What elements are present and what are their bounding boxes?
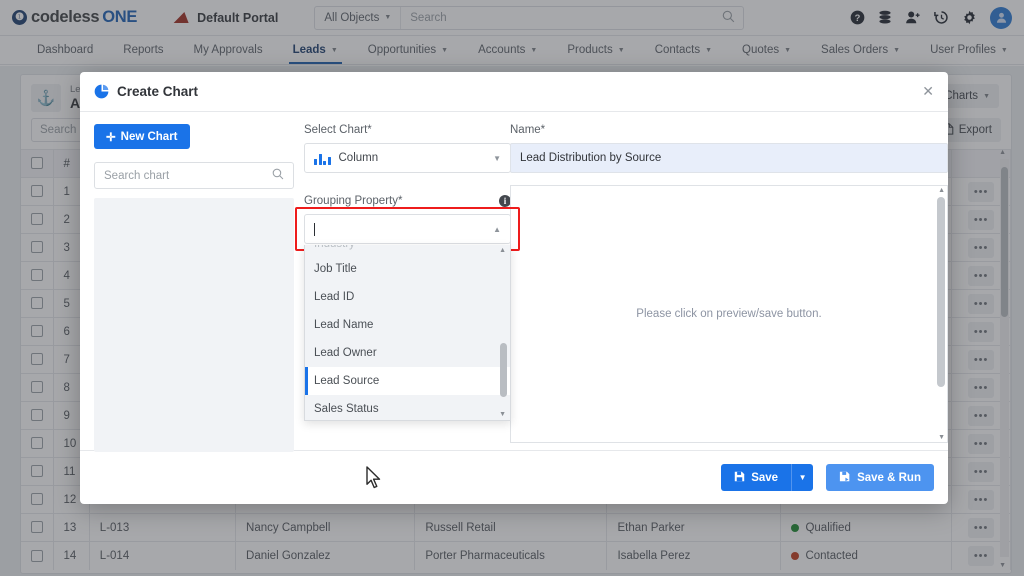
preview-message: Please click on preview/save button. (636, 308, 822, 320)
grouping-property-dropdown[interactable]: Industry Job Title Lead ID Lead Name Lea… (304, 245, 511, 421)
preview-scrollbar-thumb[interactable] (937, 197, 945, 387)
new-chart-button[interactable]: ✛ New Chart (94, 124, 190, 149)
column-chart-icon (314, 152, 331, 165)
plus-icon: ✛ (106, 131, 116, 144)
dropdown-item-label: Sales Status (314, 403, 379, 415)
new-chart-label: New Chart (120, 130, 178, 143)
scroll-down-icon[interactable]: ▼ (938, 434, 945, 441)
grouping-property-label: Grouping Property* (304, 195, 403, 207)
save-run-icon (839, 471, 851, 485)
dropdown-item-label: Lead Source (314, 375, 380, 387)
dialog-footer: Save ▼ Save & Run (80, 450, 948, 504)
scroll-up-icon[interactable]: ▲ (499, 247, 506, 254)
saved-chart-list[interactable] (94, 198, 294, 452)
save-label: Save (751, 471, 779, 484)
save-and-run-button[interactable]: Save & Run (826, 464, 934, 491)
preview-column: Name* Lead Distribution by Source Please… (510, 124, 948, 450)
preview-scrollbar[interactable]: ▲ ▼ (936, 187, 946, 441)
chevron-down-icon: ▼ (493, 153, 501, 163)
close-icon[interactable]: ✕ (922, 83, 934, 100)
dropdown-item-label: Job Title (314, 263, 357, 275)
chart-settings-column: Select Chart* Column ▼ Grouping Property… (295, 124, 520, 450)
dropdown-item-lead-id[interactable]: Lead ID (305, 283, 510, 311)
dropdown-item-sales-status[interactable]: Sales Status (305, 395, 510, 420)
scroll-up-icon[interactable]: ▲ (938, 187, 945, 194)
mouse-cursor (366, 466, 383, 494)
app-root: ❶ codeless ONE Default Portal All Objects… (0, 0, 1024, 576)
chart-library-column: ✛ New Chart Search chart (94, 124, 294, 452)
dropdown-item-lead-name[interactable]: Lead Name (305, 311, 510, 339)
select-chart-label: Select Chart* (304, 124, 372, 136)
dropdown-item-job-title[interactable]: Job Title (305, 255, 510, 283)
select-chart-dropdown[interactable]: Column ▼ (304, 143, 511, 173)
save-icon (734, 471, 745, 485)
dropdown-scrollbar-thumb[interactable] (500, 343, 507, 397)
chart-name-input[interactable]: Lead Distribution by Source (510, 143, 948, 173)
search-icon[interactable] (272, 168, 284, 183)
search-chart-input[interactable]: Search chart (94, 162, 294, 189)
dialog-header: Create Chart ✕ (80, 72, 948, 112)
dropdown-item-industry[interactable]: Industry (305, 245, 510, 255)
save-options-button[interactable]: ▼ (791, 464, 814, 491)
create-chart-dialog: Create Chart ✕ ✛ New Chart Search chart (80, 72, 948, 504)
dropdown-item-lead-source[interactable]: Lead Source (305, 367, 510, 395)
dropdown-item-label: Lead ID (314, 291, 355, 303)
dialog-title: Create Chart (117, 84, 199, 99)
save-run-label: Save & Run (857, 471, 921, 484)
dialog-body: ✛ New Chart Search chart Select Chart* C… (80, 112, 948, 452)
select-chart-value: Column (338, 152, 379, 164)
grouping-label-row: Grouping Property* i (304, 195, 511, 207)
chart-preview-pane: Please click on preview/save button. ▲ ▼ (510, 185, 948, 443)
dropdown-item-label: Industry (314, 245, 355, 250)
dropdown-scrollbar[interactable]: ▲ ▼ (499, 247, 508, 418)
chevron-up-icon[interactable]: ▲ (493, 225, 501, 234)
name-label: Name* (510, 124, 546, 136)
save-button[interactable]: Save (721, 464, 792, 491)
grouping-property-field: ▲ Industry Job Title Lead ID Lead Name L… (295, 207, 520, 421)
dropdown-item-label: Lead Owner (314, 347, 377, 359)
scroll-down-icon[interactable]: ▼ (499, 411, 506, 418)
text-cursor (314, 222, 315, 236)
dropdown-item-label: Lead Name (314, 319, 374, 331)
grouping-property-input[interactable]: ▲ (304, 214, 511, 244)
dropdown-item-lead-owner[interactable]: Lead Owner (305, 339, 510, 367)
pie-chart-icon (94, 84, 109, 99)
save-button-group: Save ▼ (721, 464, 814, 491)
search-chart-placeholder: Search chart (104, 169, 170, 182)
